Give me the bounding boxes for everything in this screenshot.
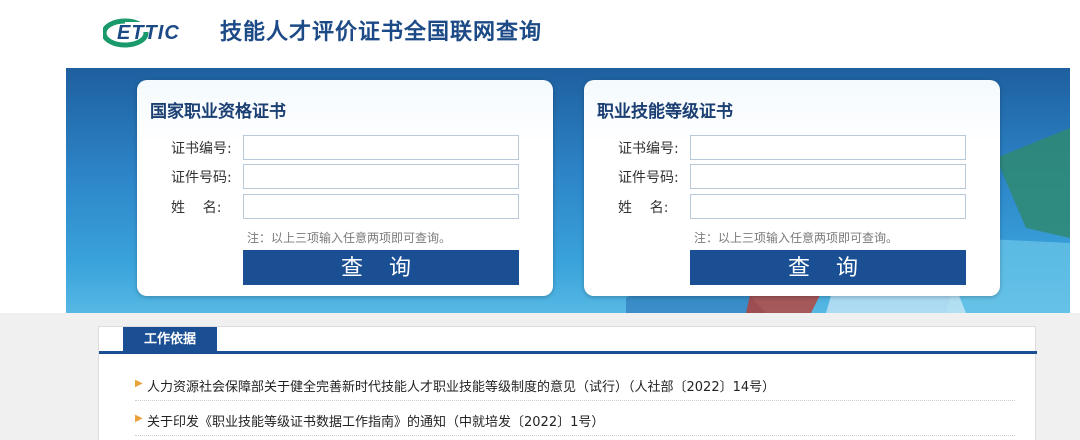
certificate-number-label: 证书编号: xyxy=(171,141,232,157)
logo-text: ETTIC xyxy=(117,22,180,44)
document-link[interactable]: ▶ 关于印发《职业技能等级证书数据工作指南》的通知（中就培发〔2022〕1号） xyxy=(135,406,1015,436)
tab-work-basis[interactable]: 工作依据 xyxy=(123,327,217,354)
tab-underline xyxy=(99,351,1037,354)
query-note: 注：以上三项输入任意两项即可查询。 xyxy=(694,231,899,245)
divider xyxy=(135,400,1015,401)
name-label: 姓 名: xyxy=(618,200,669,216)
certificate-number-input[interactable] xyxy=(690,135,966,160)
query-button[interactable]: 查 询 xyxy=(243,250,519,285)
id-number-label: 证件号码: xyxy=(618,170,679,186)
card-title: 职业技能等级证书 xyxy=(597,102,733,122)
field-row-name: 姓 名: xyxy=(137,194,553,219)
name-input[interactable] xyxy=(243,194,519,219)
bullet-arrow-icon: ▶ xyxy=(135,413,143,424)
document-link[interactable]: ▶ 人力资源社会保障部关于健全完善新时代技能人才职业技能等级制度的意见（试行）（… xyxy=(135,371,1015,401)
id-number-input[interactable] xyxy=(243,164,519,189)
query-banner: 国家职业资格证书 证书编号: 证件号码: 姓 名: 注：以上三项输入任意两项即可… xyxy=(66,68,1070,313)
certificate-number-label: 证书编号: xyxy=(618,141,679,157)
bullet-arrow-icon: ▶ xyxy=(135,378,143,389)
id-number-input[interactable] xyxy=(690,164,966,189)
id-number-label: 证件号码: xyxy=(171,170,232,186)
ettic-logo: ETTIC xyxy=(103,18,180,48)
work-basis-panel: 工作依据 ▶ 人力资源社会保障部关于健全完善新时代技能人才职业技能等级制度的意见… xyxy=(98,326,1037,440)
document-title[interactable]: 关于印发《职业技能等级证书数据工作指南》的通知（中就培发〔2022〕1号） xyxy=(147,411,604,430)
certificate-number-input[interactable] xyxy=(243,135,519,160)
name-input[interactable] xyxy=(690,194,966,219)
card-title: 国家职业资格证书 xyxy=(150,102,286,122)
field-row-certificate-number: 证书编号: xyxy=(584,135,1000,160)
field-row-id-number: 证件号码: xyxy=(137,164,553,189)
query-note: 注：以上三项输入任意两项即可查询。 xyxy=(247,231,452,245)
card-skill-level: 职业技能等级证书 证书编号: 证件号码: 姓 名: 注：以上三项输入任意两项即可… xyxy=(584,80,1000,296)
name-label: 姓 名: xyxy=(171,200,222,216)
site-title: 技能人才评价证书全国联网查询 xyxy=(220,20,543,45)
query-button[interactable]: 查 询 xyxy=(690,250,966,285)
divider xyxy=(135,435,1015,436)
document-title[interactable]: 人力资源社会保障部关于健全完善新时代技能人才职业技能等级制度的意见（试行）（人社… xyxy=(147,376,775,395)
site-header: ETTIC 技能人才评价证书全国联网查询 xyxy=(0,0,1080,68)
field-row-name: 姓 名: xyxy=(584,194,1000,219)
field-row-id-number: 证件号码: xyxy=(584,164,1000,189)
card-vocational-qualification: 国家职业资格证书 证书编号: 证件号码: 姓 名: 注：以上三项输入任意两项即可… xyxy=(137,80,553,296)
field-row-certificate-number: 证书编号: xyxy=(137,135,553,160)
